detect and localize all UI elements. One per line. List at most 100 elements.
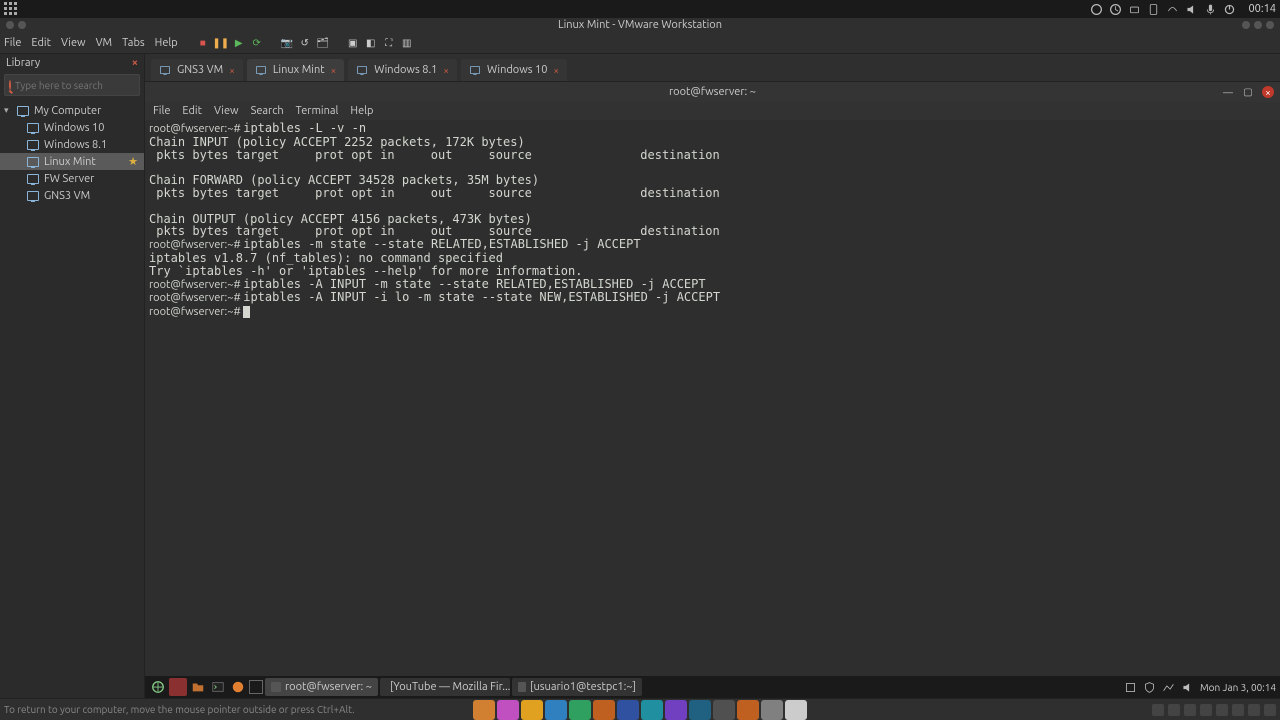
menu-view[interactable]: View	[61, 37, 86, 49]
power-off-button[interactable]: ■	[196, 36, 210, 50]
tab-close-icon[interactable]: ×	[229, 65, 235, 76]
taskbar-item[interactable]: [YouTube — Mozilla Fir...	[380, 678, 510, 696]
vm-tab[interactable]: Linux Mint×	[247, 59, 344, 81]
unity-button[interactable]: ◧	[364, 36, 378, 50]
taskbar-item[interactable]: root@fwserver: ~	[265, 678, 378, 696]
library-item[interactable]: Windows 10	[0, 119, 144, 136]
dock-launcher[interactable]	[593, 700, 615, 720]
tray-icon[interactable]	[1090, 3, 1103, 16]
host-clock[interactable]: 00:14	[1248, 3, 1276, 15]
dock-launcher[interactable]	[617, 700, 639, 720]
tab-close-icon[interactable]: ×	[443, 65, 449, 76]
network-icon[interactable]	[1162, 681, 1175, 694]
task-icon	[518, 682, 526, 692]
tray-icon[interactable]	[1166, 3, 1179, 16]
workspace-switcher[interactable]	[249, 680, 263, 694]
term-menu-search[interactable]: Search	[251, 105, 284, 117]
dock-launcher[interactable]	[761, 700, 783, 720]
vm-tab[interactable]: GNS3 VM×	[151, 59, 243, 81]
close-icon[interactable]: ×	[1262, 86, 1274, 98]
library-root[interactable]: ▾My Computer	[0, 102, 144, 119]
dock-launcher[interactable]	[785, 700, 807, 720]
dock-launcher[interactable]	[545, 700, 567, 720]
menu-tabs[interactable]: Tabs	[122, 37, 145, 49]
library-item-label: Linux Mint	[44, 156, 96, 168]
dock-launcher[interactable]	[665, 700, 687, 720]
dock-launcher[interactable]	[713, 700, 735, 720]
guest-systray[interactable]	[1124, 681, 1194, 694]
host-status-tray[interactable]	[1152, 704, 1276, 716]
suspend-button[interactable]: ❚❚	[214, 36, 228, 50]
dock-launcher[interactable]	[641, 700, 663, 720]
term-menu-view[interactable]: View	[214, 105, 239, 117]
window-controls-right[interactable]	[1242, 21, 1274, 29]
power-icon[interactable]	[1223, 3, 1236, 16]
tab-close-icon[interactable]: ×	[553, 65, 559, 76]
dock-launcher[interactable]	[521, 700, 543, 720]
dock-launcher[interactable]	[689, 700, 711, 720]
term-menu-terminal[interactable]: Terminal	[296, 105, 339, 117]
files-button[interactable]	[189, 678, 207, 696]
grab-hint: To return to your computer, move the mou…	[0, 704, 355, 715]
minimize-icon[interactable]: —	[1222, 86, 1234, 98]
taskbar-item[interactable]: [usuario1@testpc1:~]	[512, 678, 642, 696]
library-close-icon[interactable]: ×	[132, 57, 138, 69]
dock-launcher[interactable]	[473, 700, 495, 720]
activities-icon[interactable]	[4, 2, 18, 16]
snapshot-button[interactable]: 📷	[280, 36, 294, 50]
term-menu-edit[interactable]: Edit	[182, 105, 202, 117]
library-item[interactable]: Windows 8.1	[0, 136, 144, 153]
menu-button[interactable]	[149, 678, 167, 696]
volume-icon[interactable]	[1181, 681, 1194, 694]
volume-icon[interactable]	[1185, 3, 1198, 16]
library-item[interactable]: Linux Mint★	[0, 153, 144, 170]
tray-icon[interactable]	[1109, 3, 1122, 16]
vm-icon	[27, 123, 39, 133]
menu-vm[interactable]: VM	[96, 37, 113, 49]
shield-icon[interactable]	[1143, 681, 1156, 694]
menu-file[interactable]: File	[4, 37, 21, 49]
terminal-menubar: File Edit View Search Terminal Help	[145, 102, 1280, 120]
library-item[interactable]: FW Server	[0, 170, 144, 187]
term-menu-file[interactable]: File	[153, 105, 170, 117]
host-systray[interactable]: 00:14	[1090, 3, 1276, 16]
terminal-body[interactable]: root@fwserver:~# iptables -L -v -n Chain…	[145, 120, 1280, 676]
snapshot-mgr-button[interactable]: 🗂	[316, 36, 330, 50]
host-top-panel: 00:14	[0, 0, 1280, 18]
restart-button[interactable]: ⟳	[250, 36, 264, 50]
power-on-button[interactable]: ▶	[232, 36, 246, 50]
dock-launcher[interactable]	[497, 700, 519, 720]
browser-launcher[interactable]	[229, 678, 247, 696]
tray-icon[interactable]	[1128, 3, 1141, 16]
vm-tab[interactable]: Windows 10×	[461, 59, 567, 81]
tab-close-icon[interactable]: ×	[331, 65, 337, 76]
window-title: Linux Mint - VMware Workstation	[558, 19, 722, 31]
menu-edit[interactable]: Edit	[31, 37, 51, 49]
guest-display[interactable]: root@fwserver: ~ — ▢ × File Edit View Se…	[145, 82, 1280, 698]
show-desktop-button[interactable]	[169, 678, 187, 696]
terminal-launcher[interactable]	[209, 678, 227, 696]
library-tree: ▾My Computer Windows 10 Windows 8.1 Linux …	[0, 98, 144, 204]
menu-help[interactable]: Help	[155, 37, 178, 49]
multimon-button[interactable]: ▥	[400, 36, 414, 50]
snapshot-revert-button[interactable]: ↺	[298, 36, 312, 50]
vm-tab[interactable]: Windows 8.1×	[348, 59, 457, 81]
maximize-icon[interactable]: ▢	[1242, 86, 1254, 98]
terminal-titlebar[interactable]: root@fwserver: ~ — ▢ ×	[145, 82, 1280, 102]
library-item-label: Windows 8.1	[44, 139, 107, 151]
guest-clock[interactable]: Mon Jan 3, 00:14	[1200, 682, 1276, 693]
mic-icon[interactable]	[1204, 3, 1217, 16]
library-search[interactable]: ▼	[4, 74, 140, 96]
fullscreen-button[interactable]: ▣	[346, 36, 360, 50]
tray-icon[interactable]	[1147, 3, 1160, 16]
tray-icon[interactable]	[1124, 681, 1137, 694]
dock-launcher[interactable]	[737, 700, 759, 720]
library-item[interactable]: GNS3 VM	[0, 187, 144, 204]
dock-launcher[interactable]	[569, 700, 591, 720]
vm-icon	[27, 191, 39, 201]
console-button[interactable]: ⛶	[382, 36, 396, 50]
search-icon	[9, 80, 11, 90]
vmware-titlebar[interactable]: Linux Mint - VMware Workstation	[0, 18, 1280, 32]
library-search-input[interactable]	[15, 80, 144, 91]
term-menu-help[interactable]: Help	[350, 105, 373, 117]
